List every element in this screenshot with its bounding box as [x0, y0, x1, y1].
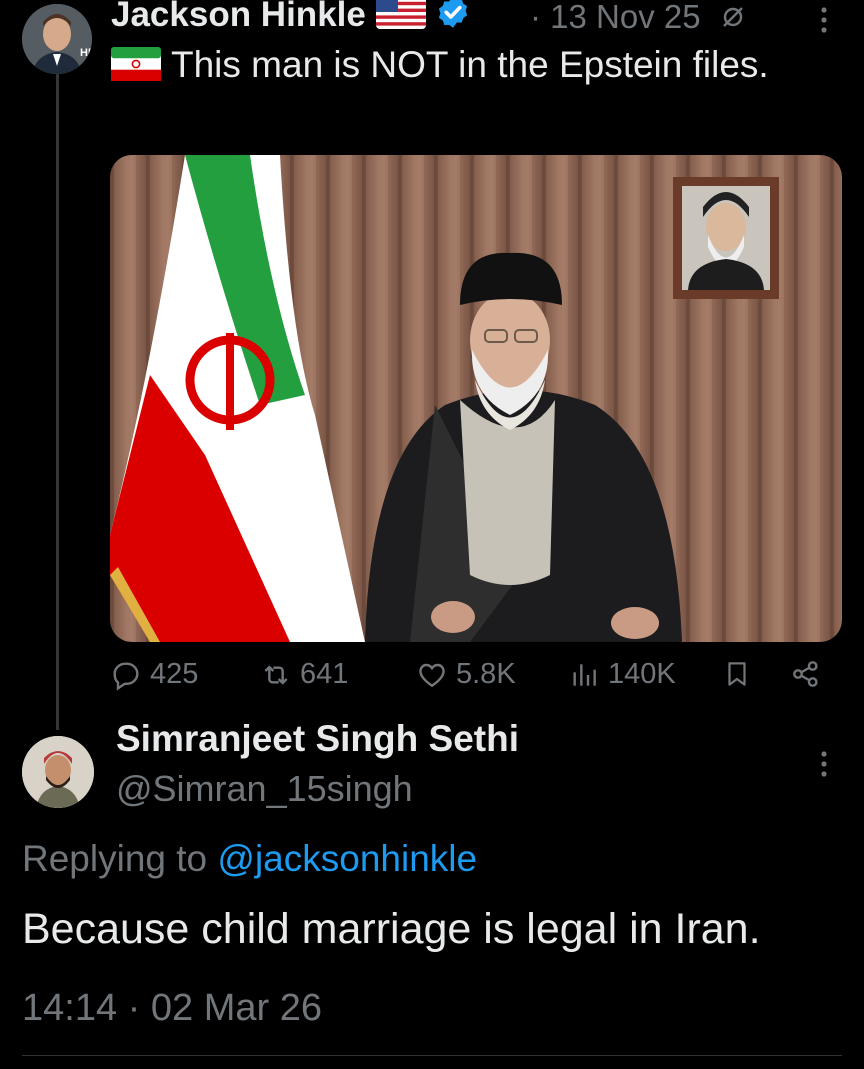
- svg-text:HB: HB: [80, 47, 92, 59]
- reply-author-name[interactable]: Simranjeet Singh Sethi: [116, 718, 519, 760]
- like-button[interactable]: 5.8K: [416, 658, 516, 691]
- tweet-date[interactable]: · 13 Nov 25: [530, 0, 746, 38]
- tweet-text: This man is NOT in the Epstein files.: [111, 40, 811, 94]
- bookmark-button[interactable]: [722, 658, 752, 690]
- us-flag-icon: [375, 0, 426, 38]
- bookmark-icon: [722, 658, 752, 690]
- avatar[interactable]: HB: [22, 4, 92, 74]
- replying-to: Replying to @jacksonhinkle: [22, 838, 478, 879]
- views-button[interactable]: 140K: [568, 658, 676, 691]
- verified-badge-icon: [435, 0, 471, 39]
- share-button[interactable]: [790, 658, 822, 690]
- tweet-actions-bar: 425 641 5.8K 140K: [110, 658, 840, 702]
- share-icon: [790, 658, 822, 690]
- iran-flag-icon: [111, 44, 161, 94]
- more-options-icon[interactable]: [818, 4, 830, 43]
- reply-avatar-image: [22, 736, 94, 808]
- reply-timestamp[interactable]: 14:14 · 02 Mar 26: [22, 987, 322, 1030]
- grok-icon[interactable]: [720, 0, 746, 38]
- views-icon: [568, 659, 600, 691]
- media-photo: [110, 155, 842, 642]
- heart-icon: [416, 659, 448, 691]
- reply-text: Because child marriage is legal in Iran.: [22, 905, 761, 953]
- reply-avatar[interactable]: [22, 736, 94, 808]
- repost-icon: [260, 659, 292, 691]
- thread-line: [56, 74, 59, 730]
- reply-button[interactable]: 425: [110, 658, 198, 691]
- author-name[interactable]: Jackson Hinkle: [111, 0, 471, 39]
- repost-button[interactable]: 641: [260, 658, 348, 691]
- reply-more-options-icon[interactable]: [818, 748, 830, 787]
- divider: [22, 1055, 842, 1056]
- reply-icon: [110, 659, 142, 691]
- tweet-media-image[interactable]: [110, 155, 842, 642]
- replying-to-link[interactable]: @jacksonhinkle: [217, 838, 477, 879]
- reply-author-handle[interactable]: @Simran_15singh: [116, 768, 413, 810]
- avatar-image: HB: [22, 4, 92, 74]
